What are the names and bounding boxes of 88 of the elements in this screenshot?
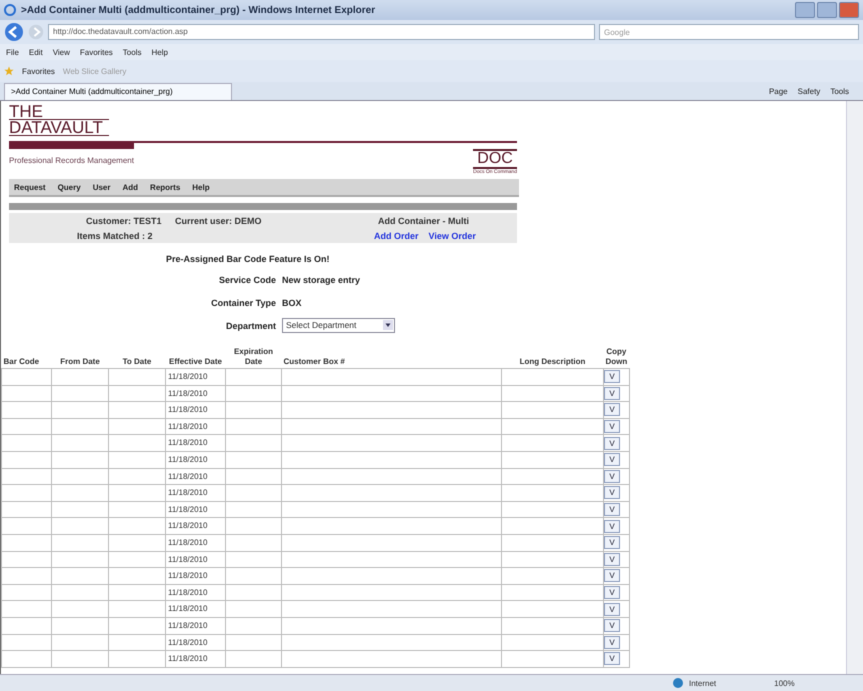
command-button[interactable]: Tools xyxy=(830,86,849,96)
zoom-button[interactable]: 100% xyxy=(774,678,795,688)
column-header: Expiration Date xyxy=(226,347,282,368)
order-link[interactable]: Add Order xyxy=(374,230,419,240)
effective-date-input[interactable]: 11/18/2010 xyxy=(166,369,225,385)
effective-date-input[interactable]: 11/18/2010 xyxy=(166,618,225,634)
browser-logo-icon xyxy=(4,4,16,16)
field-label: Department xyxy=(224,320,277,330)
effective-date-input[interactable]: 11/18/2010 xyxy=(166,485,225,501)
copy-down-button[interactable]: V xyxy=(604,453,620,466)
column-header: Effective Date xyxy=(166,347,226,368)
field-value: BOX xyxy=(282,298,302,308)
effective-date-input[interactable]: 11/18/2010 xyxy=(166,402,225,418)
field-value: New storage entry xyxy=(282,274,360,284)
scrollbar[interactable] xyxy=(846,101,863,674)
effective-date-input[interactable]: 11/18/2010 xyxy=(166,502,225,518)
command-button[interactable]: Page xyxy=(768,86,788,96)
nav-item[interactable]: Reports xyxy=(150,182,180,192)
copy-down-button[interactable]: V xyxy=(604,436,620,450)
effective-date-input[interactable]: 11/18/2010 xyxy=(166,534,225,551)
copy-down-button[interactable]: V xyxy=(604,586,620,600)
copy-down-button[interactable]: V xyxy=(604,386,620,400)
column-header: Bar Code xyxy=(2,347,52,368)
copy-down-button[interactable]: V xyxy=(604,486,620,500)
page-heading: Add Container - Multi xyxy=(378,216,469,226)
column-header: From Date xyxy=(52,347,108,368)
address-field[interactable]: http://doc.thedatavault.com/action.asp xyxy=(48,24,595,40)
copy-down-button[interactable]: V xyxy=(604,420,620,434)
department-dropdown[interactable]: Select Department xyxy=(282,318,395,333)
effective-date-input[interactable]: 11/18/2010 xyxy=(166,651,225,667)
notice-text: Pre-Assigned Bar Code Feature Is On! xyxy=(166,254,331,264)
nav-item[interactable]: Query xyxy=(58,182,81,192)
copy-down-button[interactable]: V xyxy=(604,652,620,666)
copy-down-button[interactable]: V xyxy=(604,370,620,384)
order-link[interactable]: View Order xyxy=(428,230,476,240)
close-button[interactable] xyxy=(839,2,859,18)
effective-date-input[interactable]: 11/18/2010 xyxy=(166,568,225,584)
menu-item[interactable]: View xyxy=(52,48,70,56)
effective-date-input[interactable]: 11/18/2010 xyxy=(166,468,225,484)
customer-label: Customer: TEST1 xyxy=(86,216,163,226)
copy-down-button[interactable]: V xyxy=(604,602,620,616)
copy-down-button[interactable]: V xyxy=(604,569,620,582)
user-label: Current user: DEMO xyxy=(175,216,263,226)
items-matched: Items Matched : 2 xyxy=(77,230,154,240)
window-title: >Add Container Multi (addmulticontainer_prg) - Windows Internet Explorer xyxy=(21,4,376,16)
favorites-button[interactable]: Favorites xyxy=(22,66,55,76)
back-icon[interactable] xyxy=(4,22,24,42)
column-header: Copy Down xyxy=(604,347,630,368)
menu-item[interactable]: Help xyxy=(151,48,168,56)
copy-down-button[interactable]: V xyxy=(604,636,620,649)
effective-date-input[interactable]: 11/18/2010 xyxy=(166,386,225,402)
copy-down-button[interactable]: V xyxy=(604,552,620,566)
forward-icon[interactable] xyxy=(28,24,44,40)
column-header: To Date xyxy=(108,347,166,368)
zone-label: Internet xyxy=(689,678,716,688)
copy-down-button[interactable]: V xyxy=(604,403,620,416)
field-label: Container Type xyxy=(210,298,277,308)
effective-date-input[interactable]: 11/18/2010 xyxy=(166,601,225,617)
maximize-button[interactable] xyxy=(817,2,837,18)
star-icon xyxy=(4,66,14,76)
field-label: Service Code xyxy=(218,274,277,284)
browser-tab[interactable]: >Add Container Multi (addmulticontainer_prg) xyxy=(4,83,232,100)
copy-down-button[interactable]: V xyxy=(604,470,620,483)
tagline: Professional Records Management xyxy=(9,156,134,165)
menu-item[interactable]: File xyxy=(6,48,19,56)
nav-item[interactable]: User xyxy=(92,182,110,192)
copy-down-button[interactable]: V xyxy=(604,520,620,533)
menu-item[interactable]: Favorites xyxy=(80,48,113,56)
logo: THE DATAVAULT xyxy=(9,104,119,136)
effective-date-input[interactable]: 11/18/2010 xyxy=(166,452,225,468)
nav-item[interactable]: Add xyxy=(122,182,138,192)
command-button[interactable]: Safety xyxy=(798,86,820,96)
copy-down-button[interactable]: V xyxy=(604,536,620,550)
nav-item[interactable]: Request xyxy=(14,182,46,192)
copy-down-button[interactable]: V xyxy=(604,503,620,516)
effective-date-input[interactable]: 11/18/2010 xyxy=(166,435,225,451)
menu-item[interactable]: Tools xyxy=(122,48,142,56)
minimize-button[interactable] xyxy=(795,2,815,18)
column-header: Customer Box # xyxy=(282,347,502,368)
effective-date-input[interactable]: 11/18/2010 xyxy=(166,634,225,650)
nav-item[interactable]: Help xyxy=(192,182,210,192)
menu-item[interactable]: Edit xyxy=(28,48,43,56)
effective-date-input[interactable]: 11/18/2010 xyxy=(166,518,225,534)
copy-down-button[interactable]: V xyxy=(604,619,620,632)
effective-date-input[interactable]: 11/18/2010 xyxy=(166,584,225,600)
column-header: Long Description xyxy=(502,347,604,368)
effective-date-input[interactable]: 11/18/2010 xyxy=(166,552,225,568)
effective-date-input[interactable]: 11/18/2010 xyxy=(166,418,225,434)
